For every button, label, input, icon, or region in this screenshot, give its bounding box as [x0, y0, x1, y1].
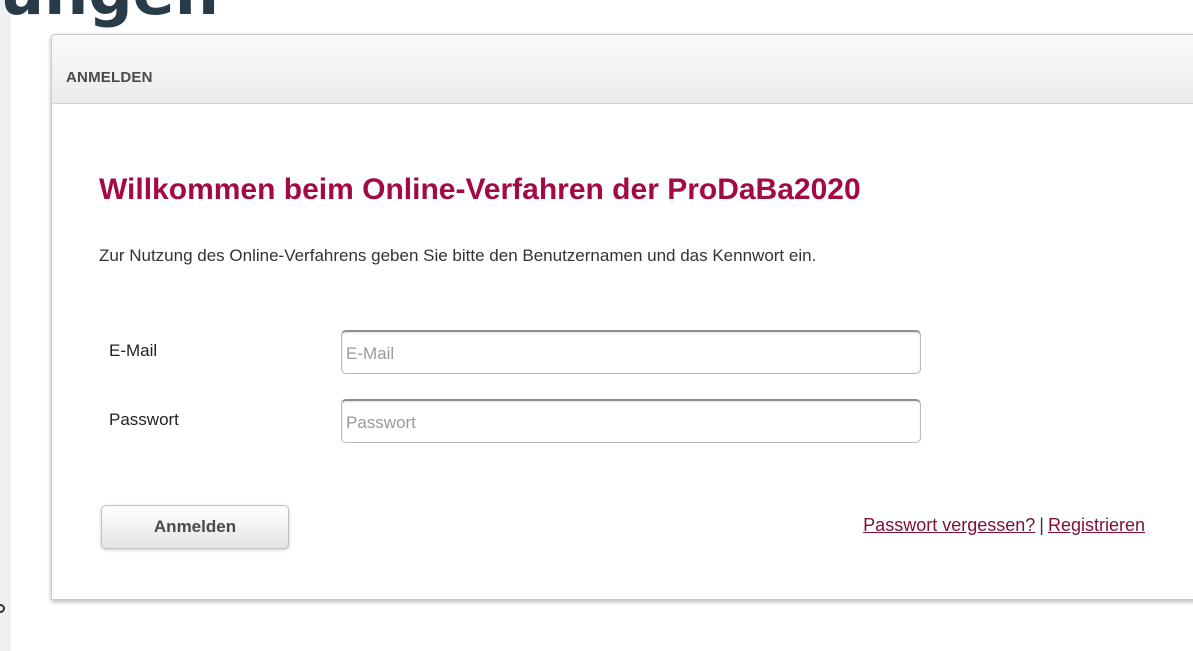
login-panel: ANMELDEN Willkommen beim Online-Verfahre…: [51, 34, 1193, 600]
register-link[interactable]: Registrieren: [1048, 515, 1145, 535]
forgot-password-link[interactable]: Passwort vergessen?: [863, 515, 1035, 535]
welcome-heading: Willkommen beim Online-Verfahren der Pro…: [99, 173, 861, 206]
link-separator: |: [1039, 515, 1044, 535]
auth-links: Passwort vergessen? | Registrieren: [863, 515, 1145, 536]
password-field[interactable]: [341, 399, 921, 443]
email-field[interactable]: [341, 330, 921, 374]
panel-title: ANMELDEN: [66, 69, 153, 86]
password-label: Passwort: [109, 410, 179, 429]
panel-header: ANMELDEN: [52, 35, 1193, 104]
background-page-heading: ungen: [0, 0, 219, 24]
email-label: E-Mail: [109, 341, 158, 360]
login-button[interactable]: Anmelden: [101, 505, 289, 549]
intro-text: Zur Nutzung des Online-Verfahrens geben …: [99, 246, 817, 265]
left-sidebar-strip: [0, 0, 11, 651]
